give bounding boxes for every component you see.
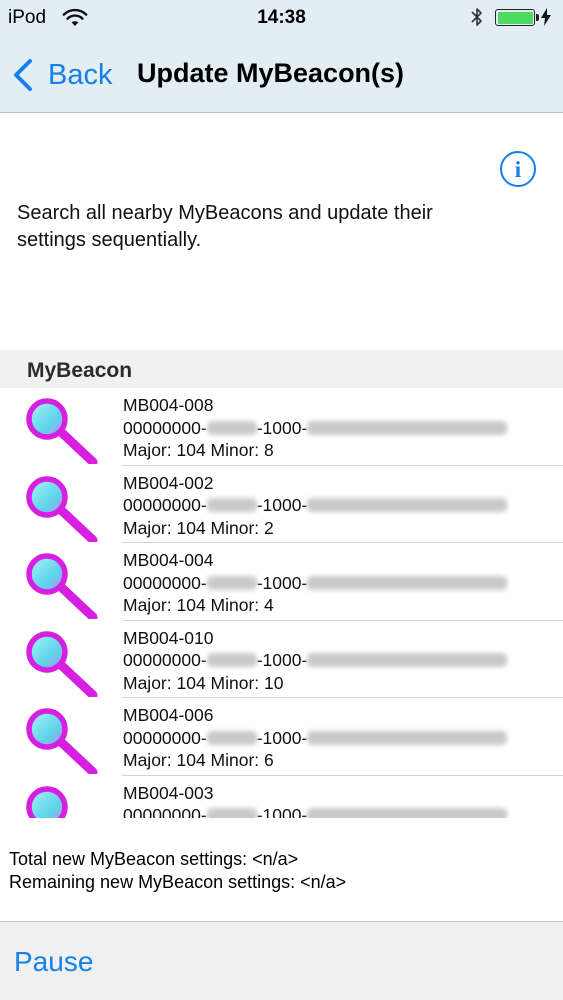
beacon-uuid: 00000000- -1000- [123,417,508,440]
beacon-uuid: 00000000- -1000- [123,804,508,818]
navigation-bar: iPod 14:38 Back Update MyBeacon(s) [0,0,563,113]
bluetooth-icon [471,8,482,26]
beacon-uuid: 00000000- -1000- [123,572,508,595]
bottom-toolbar: Pause [0,921,563,1000]
beacon-list[interactable]: MB004-008 00000000- -1000- Major: 104 Min… [0,388,563,818]
magnifier-icon [26,398,98,464]
beacon-major-minor: Major: 104 Minor: 4 [123,595,274,615]
magnifier-icon [26,630,98,697]
remaining-settings-label: Remaining new MyBeacon settings: <n/a> [9,872,347,892]
section-header: MyBeacon [0,350,563,388]
beacon-major-minor: Major: 104 Minor: 8 [123,440,274,460]
beacon-uuid: 00000000- -1000- [123,727,508,750]
beacon-major-minor: Major: 104 Minor: 2 [123,517,274,538]
beacon-row[interactable]: MB004-008 00000000- -1000- Major: 104 Min… [0,388,563,466]
magnifier-icon [26,475,98,542]
charging-icon [541,8,551,26]
total-settings-label: Total new MyBeacon settings: <n/a> [9,849,299,869]
beacon-name: MB004-003 [123,782,214,803]
section-title: MyBeacon [27,359,133,382]
beacon-row[interactable]: MB004-010 00000000- -1000- Major: 104 Min… [0,621,563,699]
magnifier-icon [26,708,98,774]
settings-summary: Total new MyBeacon settings: <n/a> Remai… [9,848,346,894]
description-text: Search all nearby MyBeacons and update t… [17,202,433,251]
beacon-major-minor: Major: 104 Minor: 10 [123,672,284,693]
magnifier-icon [26,785,68,818]
beacon-name: MB004-006 [123,705,214,725]
pause-button[interactable]: Pause [14,946,93,978]
beacon-row[interactable]: MB004-006 00000000- -1000- Major: 104 Min… [0,698,563,776]
beacon-name: MB004-004 [123,550,214,570]
page-title: Update MyBeacon(s) [137,58,405,88]
beacon-uuid: 00000000- -1000- [123,649,508,672]
beacon-uuid: 00000000- -1000- [123,494,508,517]
status-bar: iPod 14:38 [0,0,563,38]
chevron-left-icon [14,59,32,91]
beacon-name: MB004-010 [123,627,214,648]
beacon-name: MB004-002 [123,472,214,493]
magnifier-icon [26,553,98,619]
battery-icon [495,9,539,26]
back-label: Back [48,58,113,91]
beacon-name: MB004-008 [123,395,214,415]
beacon-row[interactable]: MB004-004 00000000- -1000- Major: 104 Min… [0,543,563,621]
beacon-row[interactable]: MB004-002 00000000- -1000- Major: 104 Min… [0,466,563,544]
beacon-row[interactable]: MB004-003 00000000- -1000- [0,776,563,818]
back-button[interactable]: Back [12,56,112,94]
info-icon[interactable]: i [499,150,537,188]
svg-text:i: i [515,157,522,182]
beacon-major-minor: Major: 104 Minor: 6 [123,750,274,770]
